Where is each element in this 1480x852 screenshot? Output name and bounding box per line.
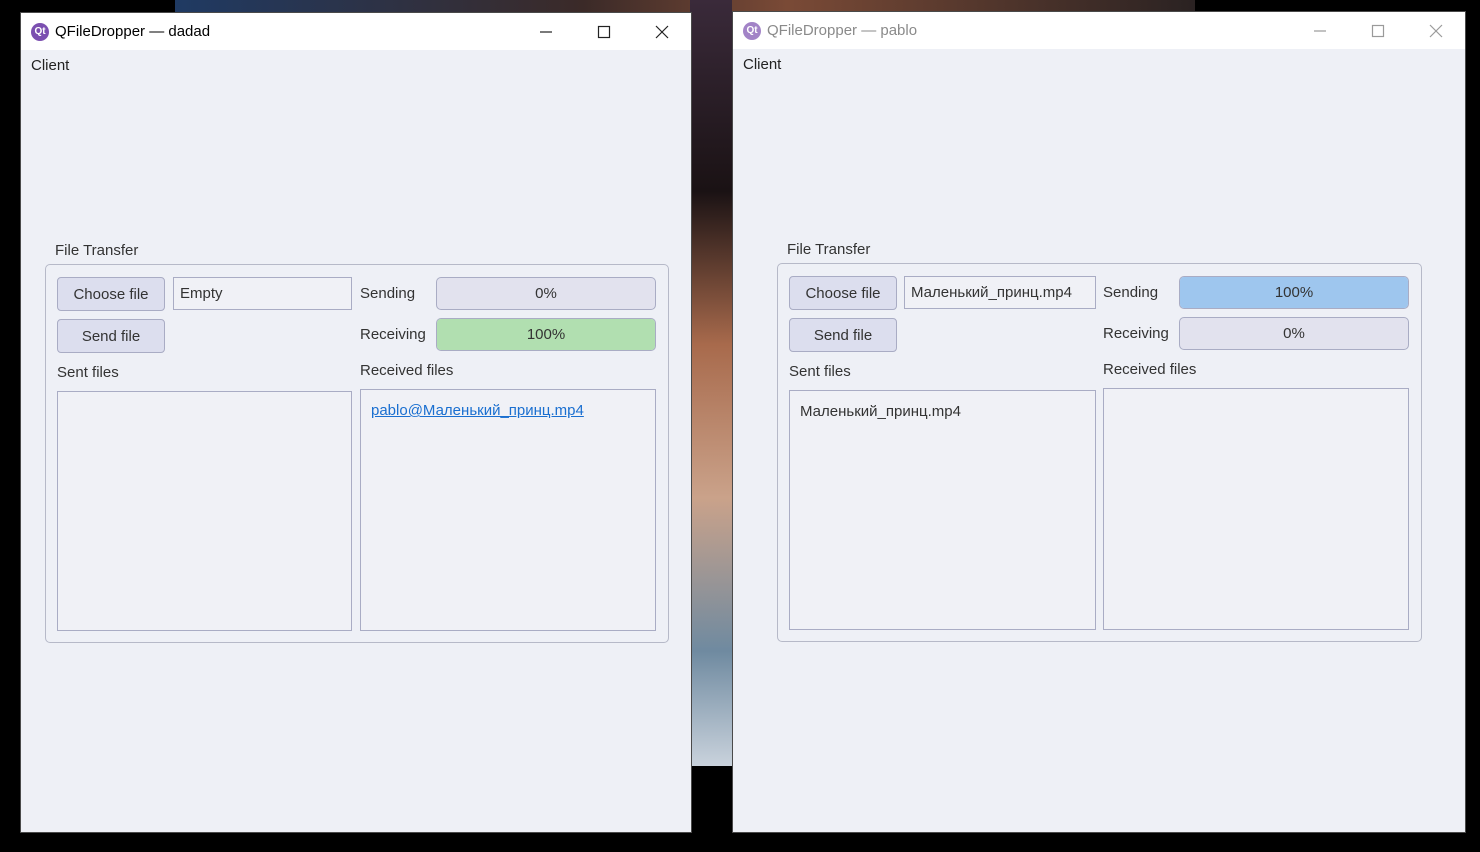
received-file-link[interactable]: pablo@Маленький_принц.mp4 — [371, 402, 584, 419]
receiving-progress-text: 0% — [1283, 325, 1305, 342]
close-icon[interactable] — [1407, 12, 1465, 49]
window-pablo: Qt QFileDropper — pablo Client File Tran… — [732, 11, 1466, 833]
sending-label: Sending — [1103, 284, 1159, 301]
choose-file-button[interactable]: Choose file — [57, 277, 165, 311]
received-files-list[interactable]: pablo@Маленький_принц.mp4 — [360, 389, 656, 631]
maximize-icon[interactable] — [1349, 12, 1407, 49]
client-label: Client — [743, 56, 782, 73]
sending-label: Sending — [360, 285, 416, 302]
receiving-label: Receiving — [1103, 325, 1169, 342]
close-icon[interactable] — [633, 13, 691, 50]
receiving-progress-text: 100% — [526, 326, 566, 343]
sent-files-list[interactable] — [57, 391, 352, 631]
send-file-button[interactable]: Send file — [789, 318, 897, 352]
maximize-icon[interactable] — [575, 13, 633, 50]
sending-progress-bar: 0% — [436, 277, 656, 310]
file-transfer-group-title: File Transfer — [55, 242, 139, 259]
minimize-icon[interactable] — [517, 13, 575, 50]
title-bar[interactable]: Qt QFileDropper — dadad — [21, 13, 691, 50]
received-files-label: Received files — [360, 362, 454, 379]
minimize-icon[interactable] — [1291, 12, 1349, 49]
client-label: Client — [31, 57, 70, 74]
file-path-field[interactable]: Маленький_принц.mp4 — [904, 276, 1096, 309]
qt-icon: Qt — [743, 21, 761, 40]
sent-file-item[interactable]: Маленький_принц.mp4 — [800, 403, 961, 420]
file-path-field[interactable]: Empty — [173, 277, 352, 310]
received-files-label: Received files — [1103, 361, 1197, 378]
sent-files-label: Sent files — [57, 364, 119, 381]
window-title: QFileDropper — pablo — [767, 22, 918, 39]
sending-progress-bar: 100% — [1179, 276, 1409, 309]
send-file-button[interactable]: Send file — [57, 319, 165, 353]
title-bar[interactable]: Qt QFileDropper — pablo — [733, 12, 1465, 49]
sent-files-label: Sent files — [789, 363, 851, 380]
sending-progress-text: 100% — [1274, 284, 1314, 301]
receiving-label: Receiving — [360, 326, 426, 343]
file-transfer-group-title: File Transfer — [787, 241, 871, 258]
receiving-progress-bar: 0% — [1179, 317, 1409, 350]
qt-icon: Qt — [31, 22, 49, 41]
received-files-list[interactable] — [1103, 388, 1409, 630]
choose-file-button[interactable]: Choose file — [789, 276, 897, 310]
window-dadad: Qt QFileDropper — dadad Client File Tran… — [20, 12, 692, 833]
sending-progress-text: 0% — [535, 285, 557, 302]
window-title: QFileDropper — dadad — [55, 23, 211, 40]
receiving-progress-bar: 100% — [436, 318, 656, 351]
sent-files-list[interactable]: Маленький_принц.mp4 — [789, 390, 1096, 630]
